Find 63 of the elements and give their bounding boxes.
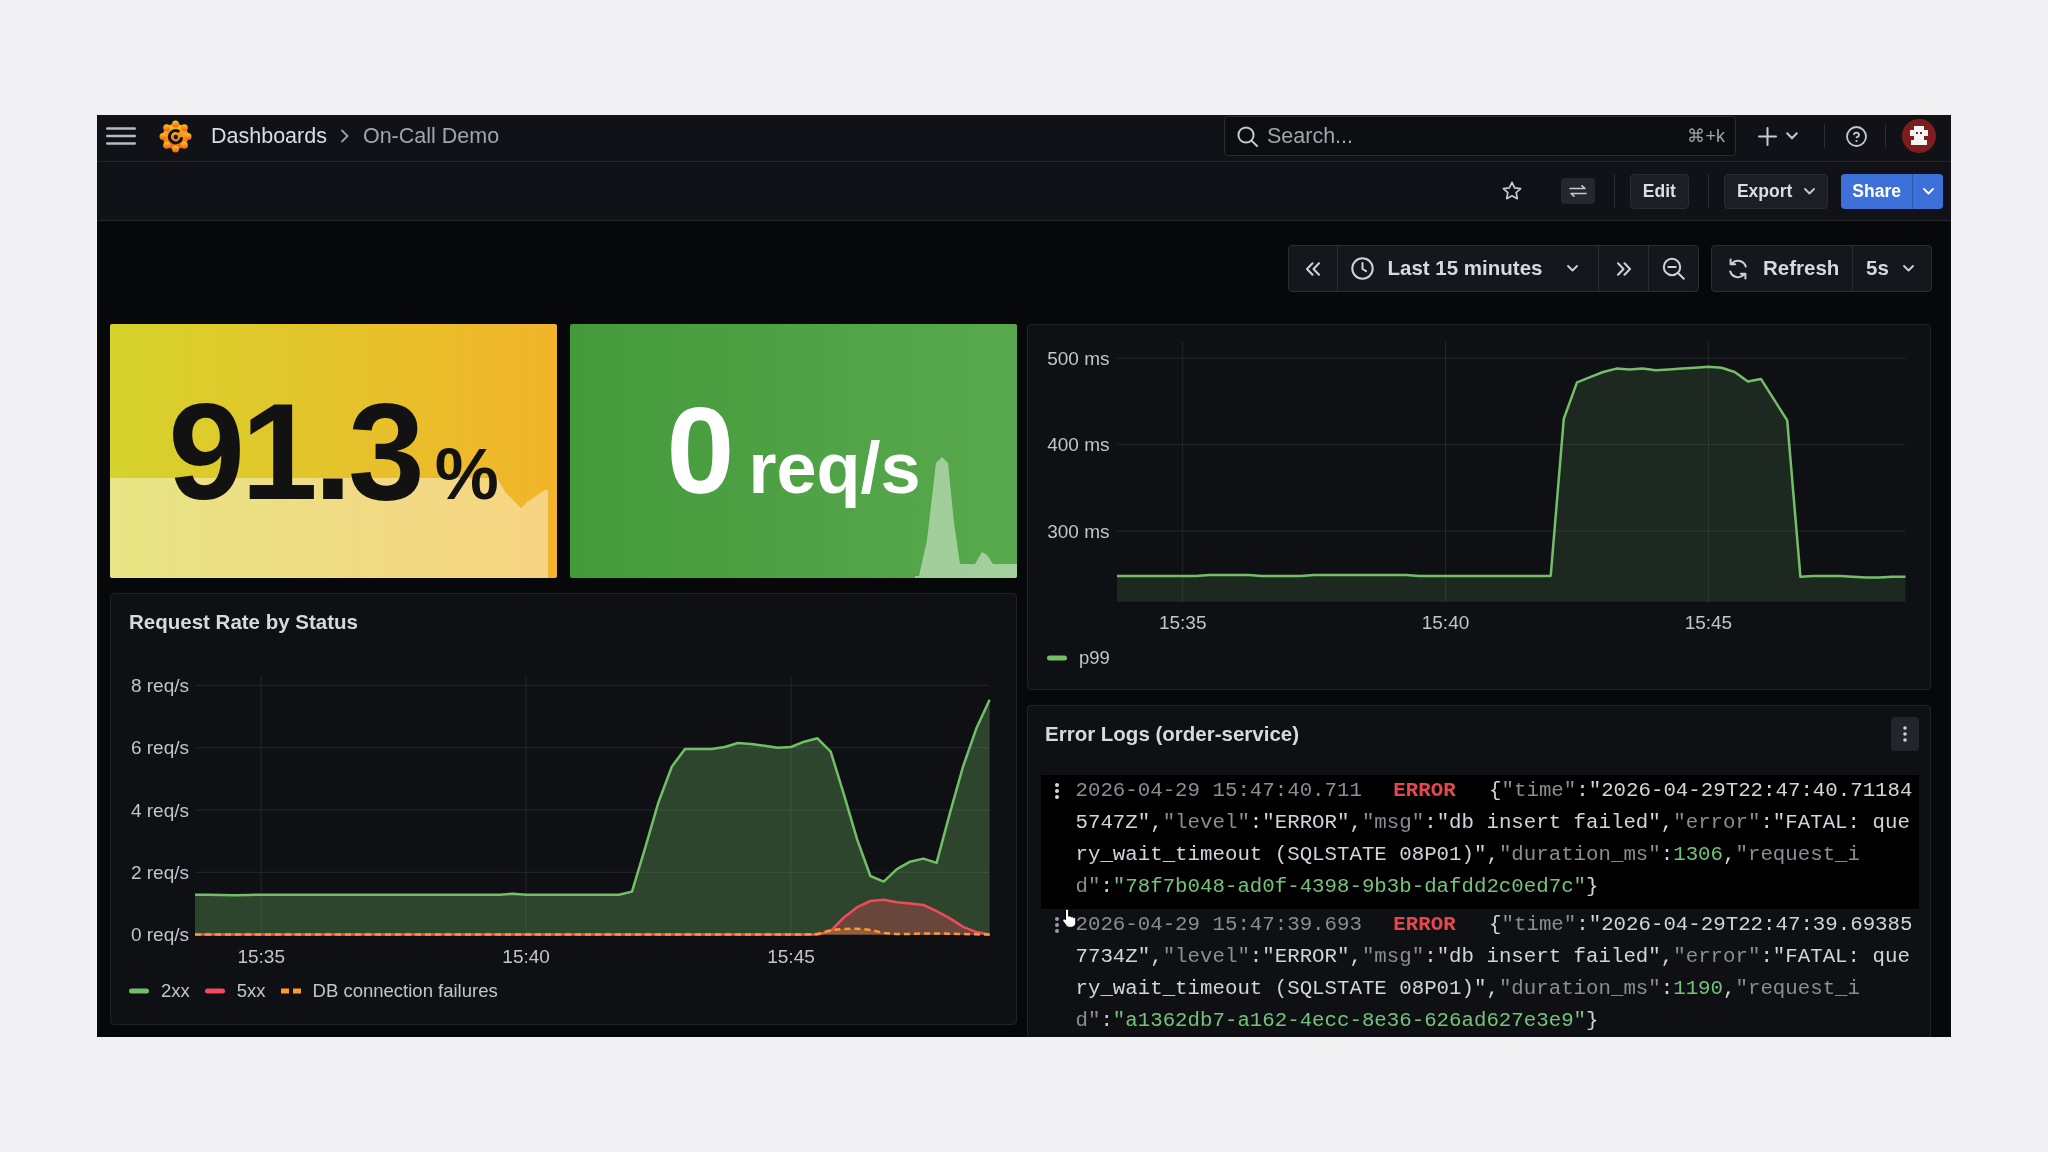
chevron-right-icon bbox=[339, 129, 350, 143]
zoom-out-icon bbox=[1662, 257, 1685, 280]
x-axis-label: 15:45 bbox=[1684, 611, 1733, 633]
star-icon[interactable] bbox=[1501, 181, 1522, 201]
help-icon[interactable] bbox=[1846, 125, 1867, 147]
panel-title: Request Rate by Status bbox=[129, 609, 358, 635]
primary-button[interactable]: Share bbox=[1841, 173, 1912, 209]
breadcrumb-link[interactable]: Dashboards bbox=[211, 119, 327, 153]
chevrons-right-icon bbox=[1615, 261, 1632, 276]
x-axis-label: 15:45 bbox=[767, 945, 815, 967]
log-message: 2026-04-29 15:47:40.711 ERROR {"time":"2026-04-29T22:47:40.711845747Z","level":"ERROR","msg":"db insert failed","error":"FATAL: query_wait_timeout (SQLSTATE 08P01)","duration_ms":1306,"request_id":"78f7b048-ad0f-4398-9b3b-dafdd2c0ed7c"} bbox=[1075, 778, 1914, 900]
x-axis-label: 15:35 bbox=[237, 945, 285, 967]
y-axis-label: 0 req/s bbox=[130, 924, 189, 946]
refresh-icon bbox=[1727, 257, 1749, 280]
stat-value: 91.3 bbox=[168, 382, 421, 520]
split-menu-button[interactable] bbox=[1912, 173, 1943, 209]
y-axis-label: 4 req/s bbox=[130, 799, 189, 821]
caret-icon bbox=[1567, 265, 1578, 272]
time-back-button[interactable] bbox=[1288, 245, 1338, 292]
legend-label[interactable]: DB connection failures bbox=[312, 977, 498, 1005]
keyboard-shortcut: ⌘+k bbox=[1687, 125, 1725, 148]
caret-icon bbox=[1902, 265, 1914, 272]
hand-cursor-icon bbox=[1062, 908, 1077, 928]
y-axis-label: 300 ms bbox=[1047, 520, 1110, 542]
plus-icon[interactable] bbox=[1758, 126, 1777, 146]
avatar[interactable] bbox=[1902, 119, 1936, 153]
caret-icon[interactable] bbox=[1786, 132, 1798, 140]
y-axis-label: 500 ms bbox=[1047, 347, 1110, 369]
time-forward-button[interactable] bbox=[1598, 245, 1649, 292]
dropdown-button[interactable]: Export bbox=[1723, 173, 1829, 209]
menu-icon[interactable] bbox=[106, 127, 136, 145]
refresh-button[interactable]: Refresh bbox=[1711, 245, 1853, 292]
time-range-picker[interactable]: Last 15 minutes bbox=[1337, 245, 1599, 292]
log-message: 2026-04-29 15:47:39.693 ERROR {"time":"2026-04-29T22:47:39.693857734Z","level":"ERROR","msg":"db insert failed","error":"FATAL: query_wait_timeout (SQLSTATE 08P01)","duration_ms":1190,"request_id":"a1362db7-a162-4ecc-8e36-626ad627e3e9"} bbox=[1075, 912, 1914, 1034]
stat-unit: % bbox=[434, 438, 499, 510]
zoom-out-button[interactable] bbox=[1648, 245, 1699, 292]
caret-icon bbox=[1804, 187, 1816, 195]
toolbar-button[interactable]: Edit bbox=[1629, 173, 1689, 209]
legend-label[interactable]: p99 bbox=[1079, 644, 1110, 672]
x-axis-label: 15:40 bbox=[1421, 611, 1470, 633]
legend-label[interactable]: 5xx bbox=[236, 977, 266, 1005]
swap-icon bbox=[1568, 185, 1587, 197]
y-axis-label: 6 req/s bbox=[130, 737, 189, 759]
y-axis-label: 8 req/s bbox=[130, 674, 189, 696]
panel-menu-button[interactable] bbox=[1891, 717, 1919, 751]
search-icon bbox=[1237, 125, 1258, 147]
legend-label[interactable]: 2xx bbox=[161, 977, 190, 1005]
row-menu-icon[interactable] bbox=[1054, 916, 1060, 934]
breadcrumb-current: On-Call Demo bbox=[362, 122, 500, 150]
y-axis-label: 2 req/s bbox=[130, 861, 189, 883]
y-axis-label: 400 ms bbox=[1047, 434, 1110, 456]
clock-icon bbox=[1351, 257, 1374, 280]
stat-value: 0 bbox=[666, 390, 735, 512]
logo-icon[interactable] bbox=[159, 119, 192, 153]
refresh-interval-picker[interactable]: 5s bbox=[1852, 245, 1932, 292]
x-axis-label: 15:35 bbox=[1158, 611, 1207, 633]
more-icon bbox=[1903, 726, 1907, 742]
caret-icon bbox=[1922, 187, 1934, 195]
chevrons-left-icon bbox=[1305, 261, 1321, 276]
x-axis-label: 15:40 bbox=[502, 945, 550, 967]
panel-title: Error Logs (order-service) bbox=[1045, 721, 1300, 747]
row-menu-icon[interactable] bbox=[1054, 782, 1060, 800]
swap-button[interactable] bbox=[1560, 178, 1595, 204]
